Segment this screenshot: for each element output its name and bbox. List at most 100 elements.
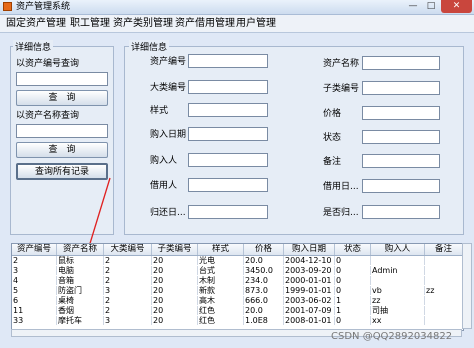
table-cell: 3 [104, 316, 152, 325]
table-cell: 电脑 [57, 266, 104, 275]
table-cell: 木制 [198, 276, 244, 285]
table-row[interactable]: 4 音箱 2 20 木制 234.0 2000-01-01 0 [12, 276, 463, 285]
label-asset-code: 资产编号 [150, 57, 187, 67]
search-by-code-button[interactable]: 查 询 [16, 90, 108, 106]
minimize-button[interactable]: — [405, 0, 421, 13]
table-cell: 666.0 [244, 296, 284, 305]
major-category-field[interactable] [188, 80, 268, 94]
table-cell: 1 [335, 306, 371, 315]
table-cell: 5 [12, 286, 57, 295]
borrower-field[interactable] [188, 178, 268, 192]
column-header[interactable]: 状态 [335, 244, 371, 255]
table-cell: 20 [152, 276, 198, 285]
label-asset-name: 资产名称 [323, 59, 360, 69]
title-bar: 资产管理系统 — □ ✕ [0, 0, 474, 15]
table-cell: 1 [335, 296, 371, 305]
table-cell: xx [371, 316, 425, 325]
maximize-button[interactable]: □ [423, 0, 439, 13]
remark-field[interactable] [362, 154, 440, 168]
menu-asset-borrow[interactable]: 资产借用管理 [175, 17, 235, 30]
column-header[interactable]: 购入人 [371, 244, 425, 255]
table-cell: 0 [335, 256, 371, 265]
menu-bar: 固定资产管理 职工管理 资产类别管理 资产借用管理 用户管理 [0, 15, 474, 33]
table-cell: 2003-06-02 [284, 296, 335, 305]
table-cell: 司抽 [371, 306, 425, 315]
column-header[interactable]: 价格 [244, 244, 284, 255]
table-cell: 3 [12, 266, 57, 275]
table-cell: 20 [152, 266, 198, 275]
search-by-name-input[interactable] [16, 124, 108, 138]
table-cell: Admin [371, 266, 425, 275]
purchaser-field[interactable] [188, 153, 268, 167]
table-cell: 新款 [198, 286, 244, 295]
column-header[interactable]: 资产名称 [57, 244, 104, 255]
table-header: 资产编号 资产名称 大类编号 子类编号 样式 价格 购入日期 状态 购入人 备注 [12, 244, 463, 256]
menu-fixed-assets[interactable]: 固定资产管理 [6, 17, 66, 30]
label-returned: 是否归... [323, 208, 359, 218]
asset-code-field[interactable] [188, 54, 268, 68]
table-row[interactable]: 5 防盗门 3 20 新款 873.0 1999-01-01 0 vb zz [12, 286, 463, 295]
table-cell: 0 [335, 286, 371, 295]
style-field[interactable] [188, 103, 268, 117]
search-by-code-input[interactable] [16, 72, 108, 86]
column-header[interactable]: 购入日期 [284, 244, 335, 255]
table-cell: 2 [104, 306, 152, 315]
detail-panel-title: 详细信息 [129, 40, 170, 53]
menu-asset-category[interactable]: 资产类别管理 [113, 17, 173, 30]
table-cell: 3450.0 [244, 266, 284, 275]
table-row[interactable]: 6 桌椅 2 20 高木 666.0 2003-06-02 1 zz [12, 296, 463, 305]
menu-users[interactable]: 用户管理 [236, 17, 276, 30]
watermark: CSDN @QQ2892034822 [331, 331, 453, 342]
search-by-code-label: 以资产编号查询 [16, 59, 80, 69]
vertical-scrollbar[interactable] [462, 243, 472, 329]
status-field[interactable] [362, 130, 440, 144]
table-cell [425, 276, 463, 285]
table-cell [425, 306, 463, 315]
label-purchaser: 购入人 [150, 156, 178, 166]
label-purchase-date: 购入日期 [150, 130, 187, 140]
table-cell: 20 [152, 256, 198, 265]
table-cell: 20.0 [244, 256, 284, 265]
table-cell: 0 [335, 276, 371, 285]
label-return-date: 归还日... [150, 208, 186, 218]
column-header[interactable]: 备注 [425, 244, 463, 255]
return-date-field[interactable] [188, 205, 268, 219]
column-header[interactable]: 子类编号 [152, 244, 198, 255]
table-cell: 2 [104, 256, 152, 265]
table-cell: 2 [104, 296, 152, 305]
price-field[interactable] [362, 106, 440, 120]
table-cell: 20 [152, 286, 198, 295]
table-row[interactable]: 3 电脑 2 20 台式 3450.0 2003-09-20 0 Admin [12, 266, 463, 275]
table-cell: 873.0 [244, 286, 284, 295]
column-header[interactable]: 大类编号 [104, 244, 152, 255]
table-row[interactable]: 33 摩托车 3 20 红色 1.0E8 2008-01-01 0 xx [12, 316, 463, 325]
search-by-name-button[interactable]: 查 询 [16, 142, 108, 158]
table-cell: 11 [12, 306, 57, 315]
column-header[interactable]: 样式 [198, 244, 244, 255]
sub-category-field[interactable] [362, 81, 440, 95]
table-row[interactable]: 11 香烟 2 20 红色 20.0 2001-07-09 1 司抽 [12, 306, 463, 315]
label-status: 状态 [323, 133, 342, 143]
table-cell: 2001-07-09 [284, 306, 335, 315]
purchase-date-field[interactable] [188, 127, 268, 141]
asset-name-field[interactable] [362, 56, 440, 70]
table-cell: 3 [104, 286, 152, 295]
table-cell: 摩托车 [57, 316, 104, 325]
table-cell: 红色 [198, 316, 244, 325]
table-cell: 2008-01-01 [284, 316, 335, 325]
table-cell: 234.0 [244, 276, 284, 285]
close-button[interactable]: ✕ [441, 0, 472, 13]
table-cell: 6 [12, 296, 57, 305]
table-row[interactable]: 2 鼠标 2 20 光电 20.0 2004-12-10 0 [12, 256, 463, 265]
table-cell: 香烟 [57, 306, 104, 315]
table-cell: 20.0 [244, 306, 284, 315]
menu-employees[interactable]: 职工管理 [70, 17, 110, 30]
borrow-date-field[interactable] [362, 179, 440, 193]
query-all-button[interactable]: 查询所有记录 [16, 163, 108, 180]
table-cell: zz [371, 296, 425, 305]
returned-field[interactable] [362, 205, 440, 219]
label-style: 样式 [150, 106, 169, 116]
table-cell: vb [371, 286, 425, 295]
table-cell [425, 266, 463, 275]
column-header[interactable]: 资产编号 [12, 244, 57, 255]
